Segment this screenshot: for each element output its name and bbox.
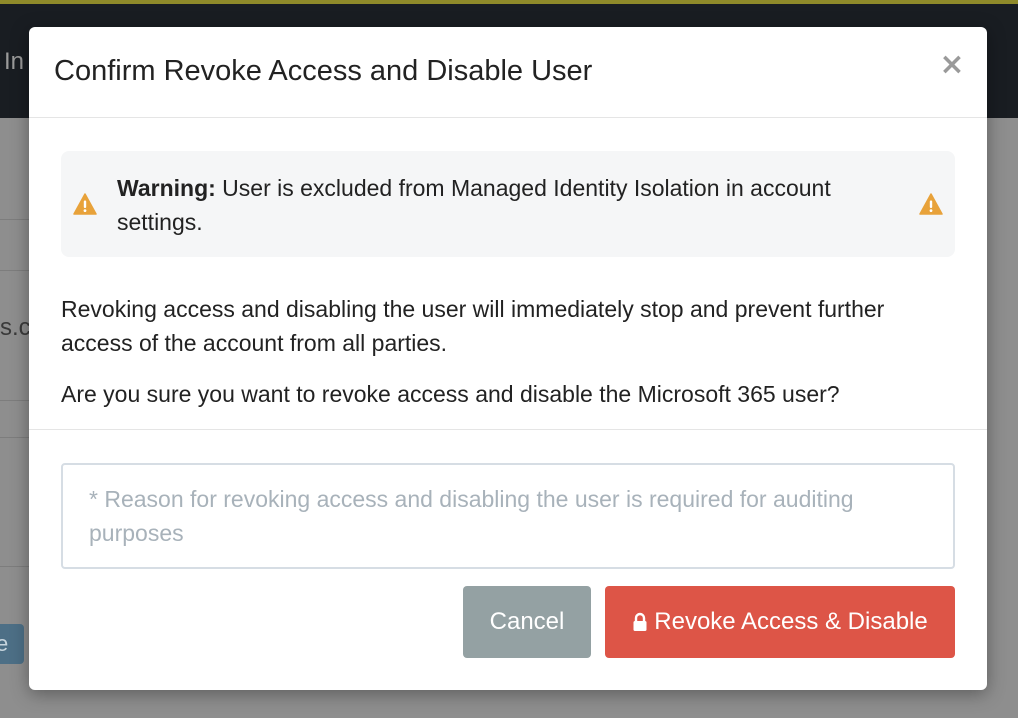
background-divider <box>0 270 30 271</box>
background-topbar-text: In <box>4 48 25 75</box>
background-divider <box>0 219 30 220</box>
reason-input[interactable] <box>61 463 955 569</box>
revoke-confirmation-question: Are you sure you want to revoke access a… <box>61 381 840 407</box>
lock-icon <box>633 612 647 631</box>
background-button: e <box>0 624 24 664</box>
modal-body: Warning: User is excluded from Managed I… <box>29 118 987 430</box>
background-divider <box>0 400 30 401</box>
warning-triangle-icon <box>919 193 943 215</box>
warning-triangle-icon <box>73 193 97 215</box>
warning-message: Warning: User is excluded from Managed I… <box>117 171 877 239</box>
background-row-text: s.c <box>0 314 31 341</box>
modal-header: Confirm Revoke Access and Disable User × <box>29 27 987 118</box>
warning-text: User is excluded from Managed Identity I… <box>117 175 831 235</box>
revoke-explanation: Revoking access and disabling the user w… <box>61 296 885 356</box>
revoke-button-label: Revoke Access & Disable <box>654 608 928 635</box>
modal-title: Confirm Revoke Access and Disable User <box>54 55 593 87</box>
revoke-access-disable-button[interactable]: Revoke Access & Disable <box>605 586 955 658</box>
background-divider <box>0 437 30 438</box>
warning-label: Warning: <box>117 175 216 201</box>
close-button[interactable]: × <box>939 50 965 80</box>
cancel-button[interactable]: Cancel <box>463 586 591 658</box>
confirm-revoke-modal: Confirm Revoke Access and Disable User ×… <box>29 27 987 690</box>
modal-footer: Cancel Revoke Access & Disable <box>29 430 987 690</box>
warning-alert: Warning: User is excluded from Managed I… <box>61 151 955 257</box>
background-divider <box>0 566 30 567</box>
